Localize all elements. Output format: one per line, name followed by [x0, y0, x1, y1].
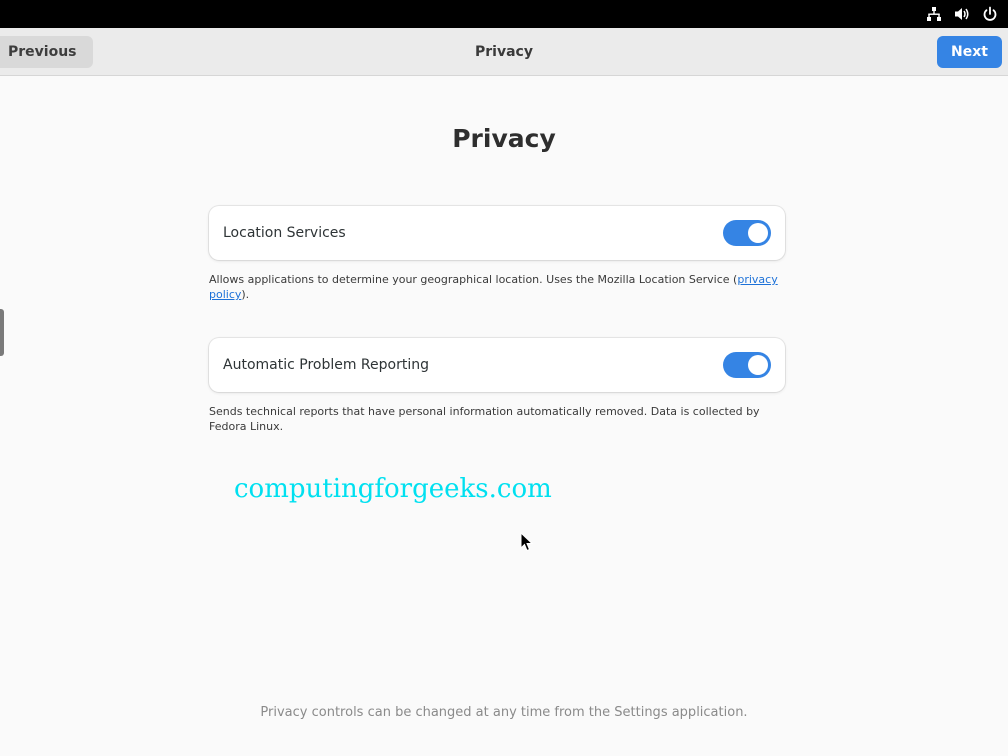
- location-services-row: Location Services: [209, 206, 785, 260]
- problem-reporting-row: Automatic Problem Reporting: [209, 338, 785, 392]
- power-icon[interactable]: [982, 6, 998, 22]
- footer-note: Privacy controls can be changed at any t…: [260, 705, 748, 720]
- volume-icon[interactable]: [954, 6, 970, 22]
- toggle-knob: [748, 355, 768, 375]
- watermark-text: computingforgeeks.com: [234, 474, 552, 504]
- mouse-pointer-icon: [520, 531, 534, 556]
- header-title: Privacy: [475, 44, 533, 60]
- location-services-description: Allows applications to determine your ge…: [209, 272, 785, 302]
- location-desc-text: Allows applications to determine your ge…: [209, 273, 738, 286]
- next-button[interactable]: Next: [937, 36, 1002, 68]
- problem-reporting-label: Automatic Problem Reporting: [223, 357, 429, 373]
- toggle-knob: [748, 223, 768, 243]
- problem-reporting-toggle[interactable]: [723, 352, 771, 378]
- location-desc-end: ).: [241, 288, 250, 301]
- location-services-label: Location Services: [223, 225, 346, 241]
- system-top-bar: [0, 0, 1008, 28]
- system-status-area[interactable]: [926, 0, 998, 28]
- location-services-toggle[interactable]: [723, 220, 771, 246]
- side-edge-handle[interactable]: [0, 309, 4, 356]
- network-icon[interactable]: [926, 6, 942, 22]
- problem-reporting-description: Sends technical reports that have person…: [209, 405, 760, 433]
- header-bar: Previous Privacy Next: [0, 28, 1008, 76]
- page-title: Privacy: [452, 124, 556, 153]
